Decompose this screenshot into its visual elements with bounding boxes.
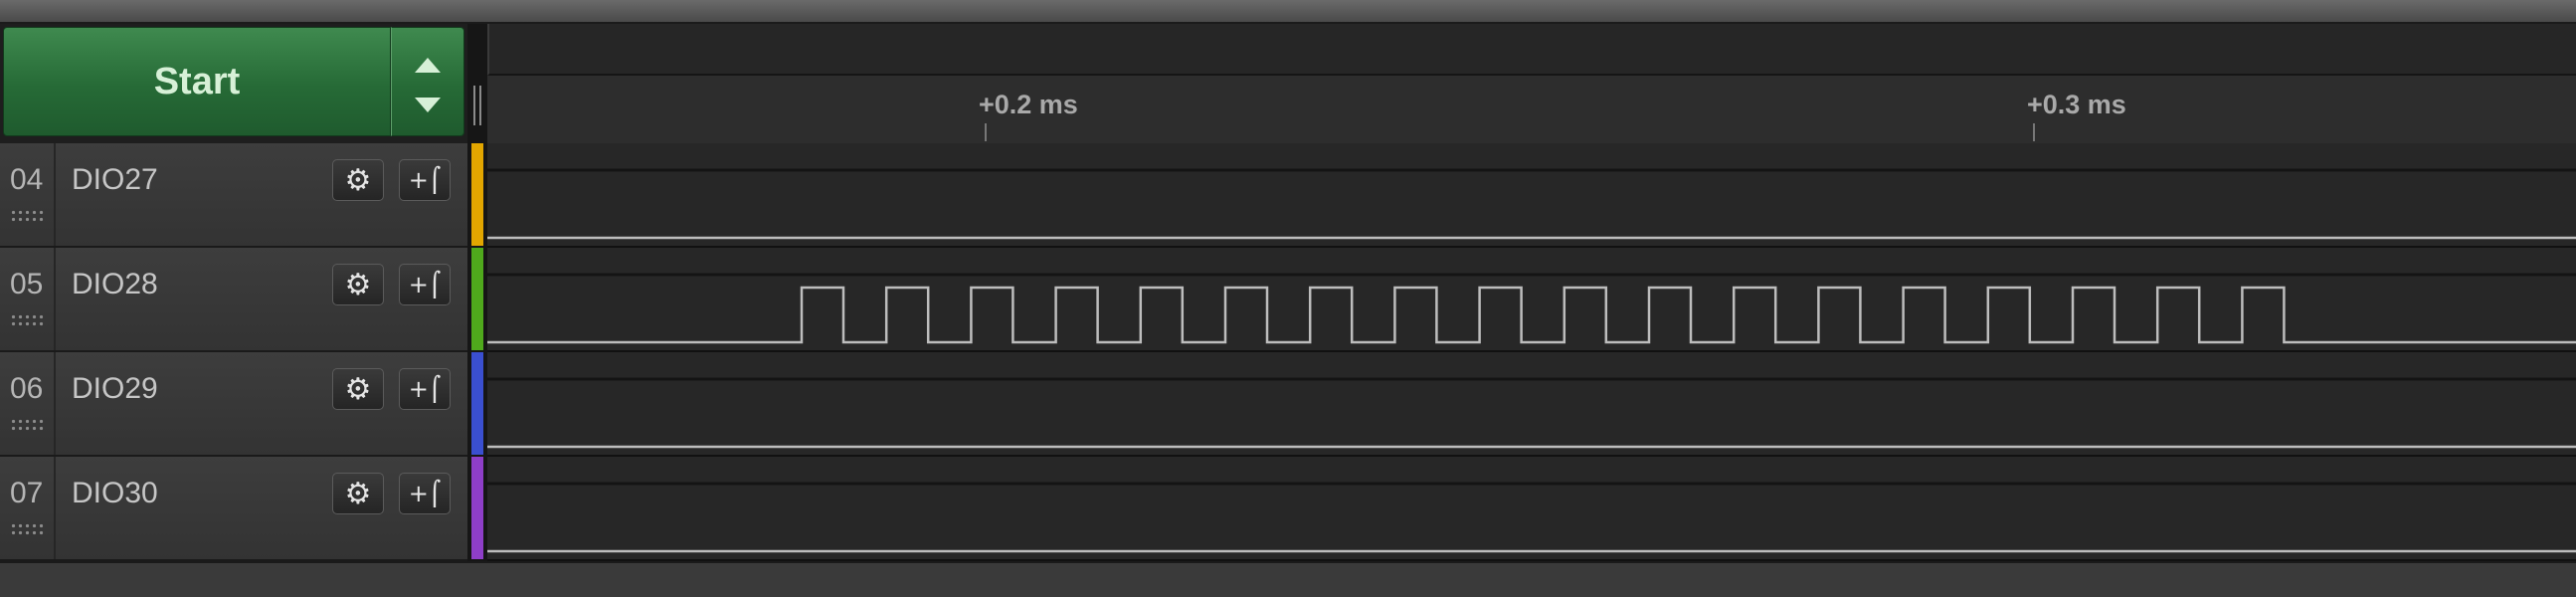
channel-row: 04 DIO27 ⚙ +⌠ [0,143,2576,248]
channel-label-panel[interactable]: 06 DIO29 ⚙ +⌠ [0,352,467,457]
channel-settings-button[interactable]: ⚙ [332,159,384,201]
drag-handle-icon[interactable] [10,313,46,327]
gear-icon: ⚙ [344,268,372,301]
channel-color-strip [471,248,483,350]
chevron-down-icon [415,98,441,112]
trigger-button[interactable]: +⌠ [399,264,451,305]
channel-name[interactable]: DIO30 [72,477,158,510]
channel-settings-button[interactable]: ⚙ [332,473,384,514]
gear-icon: ⚙ [344,163,372,197]
capture-options-button[interactable] [391,27,464,136]
channel-color-strip [471,352,483,455]
waveform-area[interactable] [487,352,2576,457]
capture-control: Start [0,24,467,143]
channel-color-strip [471,143,483,246]
waveform [487,482,2576,553]
channel-settings-button[interactable]: ⚙ [332,368,384,410]
top-toolbar-strip [0,0,2576,24]
trigger-edge-icon: +⌠ [408,271,442,298]
channel-number-cell: 05 [0,248,56,350]
logic-analyzer-window: Start +0.2 ms +0.3 ms 04 DIO27 ⚙ +⌠ 05 D… [0,0,2576,597]
drag-handle-icon[interactable] [10,418,46,432]
trigger-button[interactable]: +⌠ [399,473,451,514]
trigger-button[interactable]: +⌠ [399,159,451,201]
channel-label-panel[interactable]: 07 DIO30 ⚙ +⌠ [0,457,467,561]
channel-number: 07 [10,477,44,509]
waveform [487,168,2576,240]
trigger-button[interactable]: +⌠ [399,368,451,410]
channel-number-cell: 04 [0,143,56,246]
channel-name[interactable]: DIO27 [72,163,158,197]
channel-number-cell: 07 [0,457,56,559]
channel-label-panel[interactable]: 04 DIO27 ⚙ +⌠ [0,143,467,248]
gear-icon: ⚙ [344,477,372,510]
ruler-tick-label: +0.3 ms [2027,90,2126,119]
waveform-area[interactable] [487,457,2576,561]
channel-row: 07 DIO30 ⚙ +⌠ [0,457,2576,561]
channel-settings-button[interactable]: ⚙ [332,264,384,305]
signal-trace [487,286,2576,344]
drag-handle-icon[interactable] [10,522,46,536]
start-button[interactable]: Start [3,27,391,136]
splitter-grip-icon[interactable] [473,86,481,125]
chevron-up-icon [415,58,441,73]
waveform-area[interactable] [487,248,2576,352]
gear-icon: ⚙ [344,372,372,406]
channel-color-strip [471,457,483,559]
channel-name[interactable]: DIO29 [72,372,158,406]
channel-label-panel[interactable]: 05 DIO28 ⚙ +⌠ [0,248,467,352]
waveform [487,273,2576,344]
drag-handle-icon[interactable] [10,209,46,223]
ruler-tick-mark [2033,123,2035,141]
horizontal-scroll-area[interactable] [0,561,2576,597]
channel-number-cell: 06 [0,352,56,455]
channel-row: 05 DIO28 ⚙ +⌠ [0,248,2576,352]
channel-number: 05 [10,268,44,300]
channel-row: 06 DIO29 ⚙ +⌠ [0,352,2576,457]
waveform-area[interactable] [487,143,2576,248]
waveform [487,377,2576,449]
ruler-tick-label: +0.2 ms [979,90,1078,119]
trigger-edge-icon: +⌠ [408,375,442,403]
timeline-overview[interactable] [487,24,2576,76]
trigger-edge-icon: +⌠ [408,480,442,507]
ruler-tick-mark [985,123,987,141]
channel-name[interactable]: DIO28 [72,268,158,301]
trigger-edge-icon: +⌠ [408,166,442,194]
channel-number: 04 [10,163,44,196]
time-ruler[interactable]: +0.2 ms +0.3 ms [487,76,2576,145]
channel-number: 06 [10,372,44,405]
